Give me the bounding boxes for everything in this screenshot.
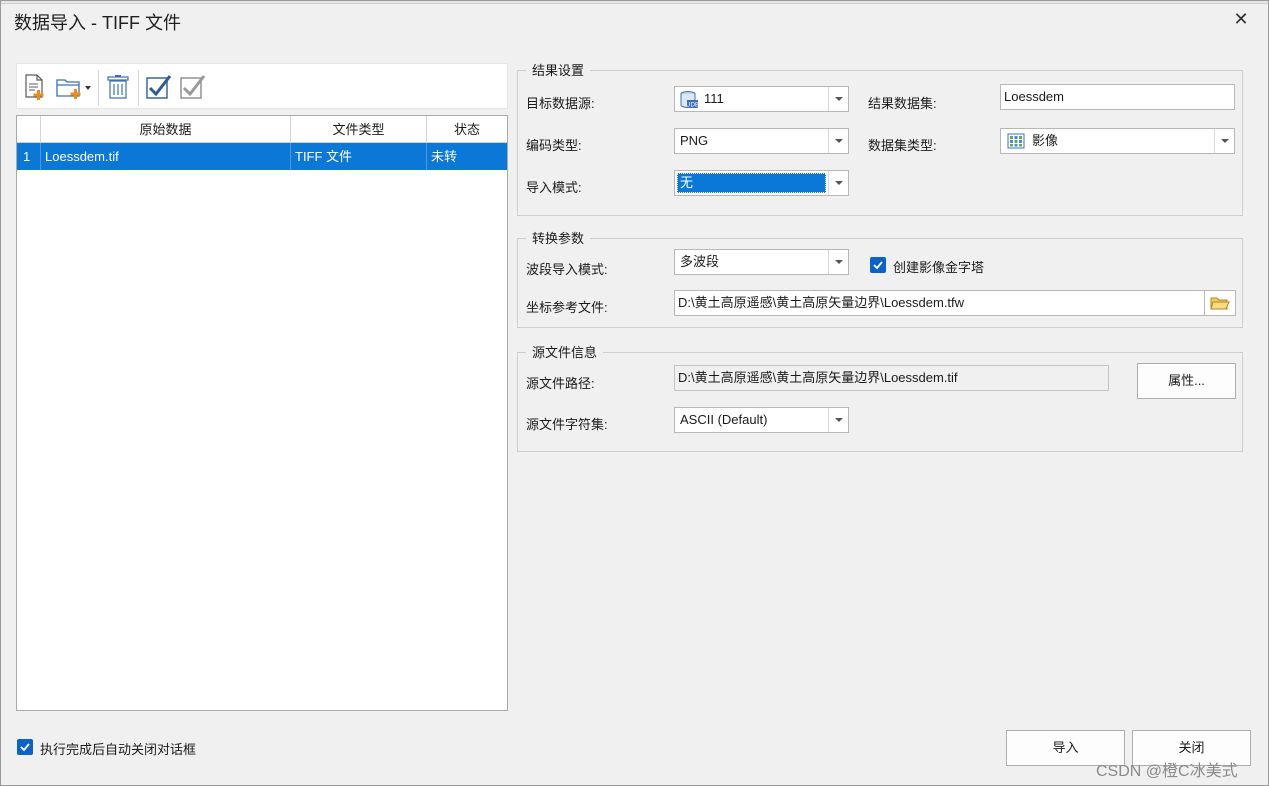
result-dataset-input[interactable]: Loessdem (1000, 84, 1235, 110)
pyramid-checkbox[interactable] (870, 257, 886, 273)
open-folder-icon (1210, 297, 1230, 310)
import-mode-value: 无 (680, 175, 694, 190)
auto-close-checkbox[interactable] (17, 739, 33, 755)
chevron-down-icon[interactable] (828, 408, 848, 432)
chevron-down-icon[interactable] (828, 171, 848, 195)
pyramid-label[interactable]: 创建影像金字塔 (893, 257, 984, 276)
toolbar-separator (98, 70, 99, 106)
auto-close-label[interactable]: 执行完成后自动关闭对话框 (40, 739, 196, 758)
selection-highlight (677, 173, 826, 193)
encoding-label: 编码类型: (526, 138, 582, 153)
cell-status: 未转 (431, 149, 458, 164)
table-row[interactable]: 1 Loessdem.tif TIFF 文件 未转 (17, 143, 507, 170)
browse-folder-button[interactable] (1204, 290, 1236, 316)
georef-value: D:\黄土高原遥感\黄土高原矢量边界\Loessdem.tfw (678, 295, 965, 310)
properties-button[interactable]: 属性... (1137, 363, 1236, 399)
result-dataset-value: Loessdem (1004, 89, 1064, 104)
invert-select-icon[interactable] (175, 70, 209, 104)
grid-header: 原始数据 文件类型 状态 (17, 116, 507, 143)
dialog-title: 数据导入 - TIFF 文件 (14, 13, 181, 33)
toolbar-separator (138, 70, 139, 106)
result-settings-title: 结果设置 (526, 60, 591, 79)
add-file-icon[interactable] (18, 70, 52, 104)
cell-source: Loessdem.tif (41, 143, 291, 170)
dataset-type-value: 影像 (1032, 133, 1059, 148)
chevron-down-icon[interactable] (828, 250, 848, 274)
target-datasource-combo[interactable]: UDB 111 (674, 86, 849, 112)
band-mode-combo[interactable]: 多波段 (674, 249, 849, 275)
source-path-field: D:\黄土高原遥感\黄土高原矢量边界\Loessdem.tif (674, 365, 1109, 391)
charset-label: 源文件字符集: (526, 417, 608, 432)
column-header-source[interactable]: 原始数据 (41, 116, 291, 143)
column-header-type[interactable]: 文件类型 (291, 116, 427, 143)
raster-grid-icon (1007, 133, 1025, 152)
source-info-title: 源文件信息 (526, 342, 604, 361)
chevron-down-icon[interactable] (828, 129, 848, 153)
encoding-value: PNG (680, 133, 709, 148)
toolbar (16, 63, 508, 109)
charset-combo[interactable]: ASCII (Default) (674, 407, 849, 433)
cell-type: TIFF 文件 (291, 143, 427, 170)
top-strip (0, 0, 1269, 4)
source-path-label: 源文件路径: (526, 376, 595, 391)
check-icon (873, 261, 883, 270)
result-dataset-label: 结果数据集: (868, 96, 937, 111)
add-folder-icon[interactable] (54, 70, 94, 104)
georef-label: 坐标参考文件: (526, 300, 608, 315)
row-number: 1 (17, 143, 41, 170)
charset-value: ASCII (Default) (680, 412, 768, 427)
import-mode-label: 导入模式: (526, 180, 582, 195)
band-mode-value: 多波段 (680, 254, 720, 269)
georef-input[interactable]: D:\黄土高原遥感\黄土高原矢量边界\Loessdem.tfw (674, 290, 1205, 316)
band-mode-label: 波段导入模式: (526, 262, 608, 277)
encoding-combo[interactable]: PNG (674, 128, 849, 154)
chevron-down-icon[interactable] (1214, 129, 1234, 153)
import-mode-combo[interactable]: 无 (674, 170, 849, 196)
delete-icon[interactable] (101, 70, 135, 104)
chevron-down-icon[interactable] (828, 87, 848, 111)
watermark: CSDN @橙C冰美式 (1096, 763, 1238, 780)
file-list-grid[interactable]: 原始数据 文件类型 状态 1 Loessdem.tif TIFF 文件 未转 (16, 115, 508, 711)
column-header-status[interactable]: 状态 (427, 116, 507, 143)
check-icon (20, 743, 30, 752)
target-datasource-label: 目标数据源: (526, 96, 595, 111)
dataset-type-combo[interactable]: 影像 (1000, 128, 1235, 154)
svg-text:UDB: UDB (686, 102, 699, 109)
dataset-type-label: 数据集类型: (868, 138, 937, 153)
target-datasource-value: 111 (704, 91, 724, 106)
source-path-value: D:\黄土高原遥感\黄土高原矢量边界\Loessdem.tif (678, 370, 958, 385)
close-icon[interactable]: ✕ (1228, 6, 1254, 32)
conversion-title: 转换参数 (526, 228, 591, 247)
datasource-icon: UDB (679, 90, 699, 113)
select-all-icon[interactable] (141, 70, 175, 104)
row-number-header (17, 116, 41, 143)
